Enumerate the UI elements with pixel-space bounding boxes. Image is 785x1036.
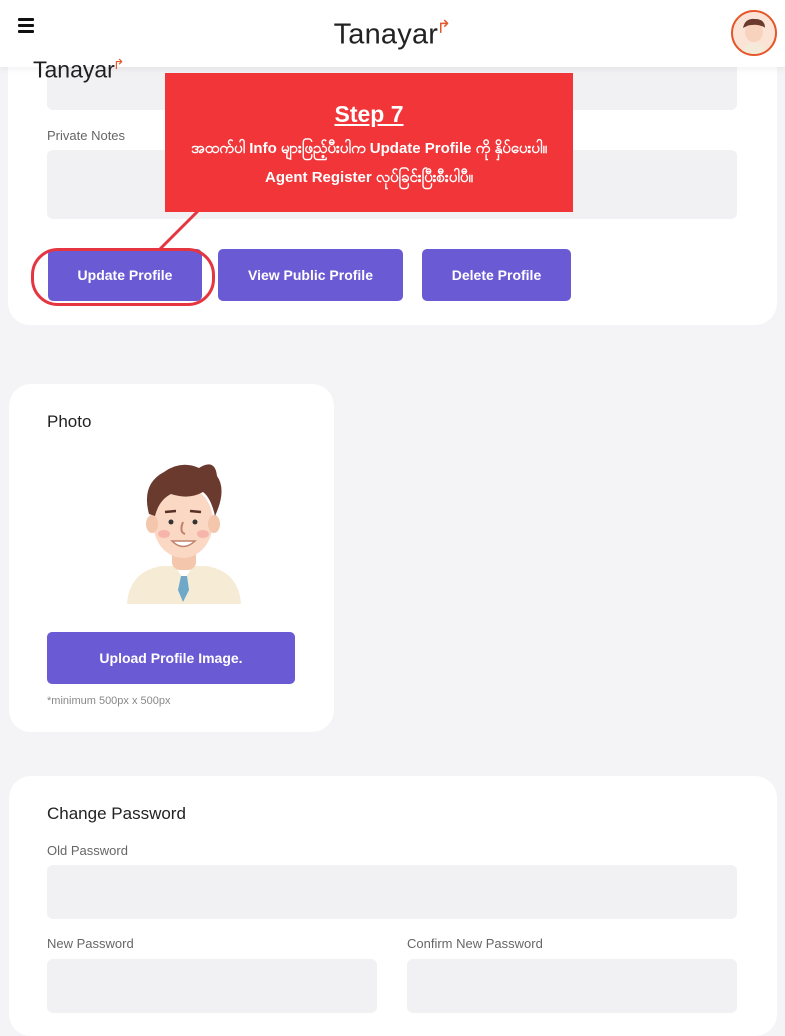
confirm-password-label: Confirm New Password xyxy=(407,936,543,951)
user-avatar-icon[interactable] xyxy=(731,10,777,56)
old-password-label: Old Password xyxy=(47,843,128,858)
brand-name: Tanayar xyxy=(333,18,439,51)
upload-size-hint: *minimum 500px x 500px xyxy=(47,695,171,707)
new-password-input[interactable] xyxy=(47,959,377,1013)
new-password-label: New Password xyxy=(47,936,134,951)
confirm-password-input[interactable] xyxy=(407,959,737,1013)
view-public-profile-button[interactable]: View Public Profile xyxy=(218,249,403,301)
update-button-highlight-ring xyxy=(31,248,215,306)
brand-logo[interactable]: Tanayar↱ xyxy=(0,17,785,52)
delete-profile-button[interactable]: Delete Profile xyxy=(422,249,571,301)
upload-profile-image-button[interactable]: Upload Profile Image. xyxy=(47,632,295,684)
change-password-card: Change Password Old Password New Passwor… xyxy=(9,776,777,1036)
change-password-title: Change Password xyxy=(47,804,186,823)
brand-arrow-icon: ↱ xyxy=(436,17,452,37)
photo-card: Photo Upload Profile Image. *minimum 500… xyxy=(9,384,334,732)
profile-photo-illustration xyxy=(127,464,241,604)
step-title: Step 7 xyxy=(334,101,404,127)
callout-pointer-line xyxy=(158,205,204,251)
watermark-logo: Tanayar↱ xyxy=(33,56,125,84)
step-instructions: အထက်ပါ Info များဖြည့်ပီးပါက Update Profi… xyxy=(191,140,547,186)
watermark-arrow-icon: ↱ xyxy=(112,56,125,72)
photo-title: Photo xyxy=(47,412,92,431)
old-password-input[interactable] xyxy=(47,865,737,919)
private-notes-label: Private Notes xyxy=(47,128,126,143)
watermark-text: Tanayar xyxy=(33,56,115,83)
step-callout: Step 7 အထက်ပါ Info များဖြည့်ပီးပါက Updat… xyxy=(165,73,573,212)
